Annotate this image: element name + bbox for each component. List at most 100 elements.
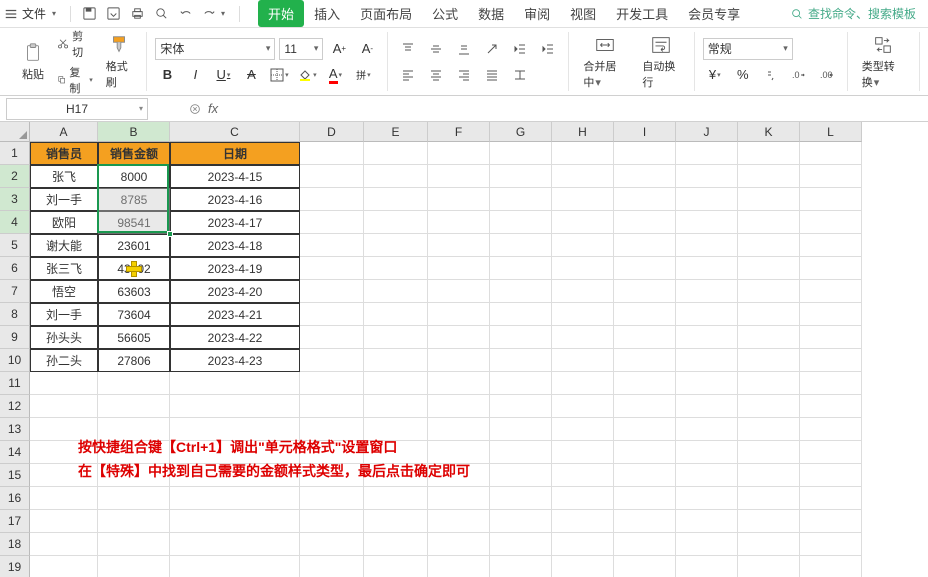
cell-H12[interactable] bbox=[552, 395, 614, 418]
orientation-icon[interactable] bbox=[481, 38, 503, 60]
cell-H15[interactable] bbox=[552, 464, 614, 487]
cell-L4[interactable] bbox=[800, 211, 862, 234]
cell-D18[interactable] bbox=[300, 533, 364, 556]
tab-member[interactable]: 会员专享 bbox=[678, 0, 750, 27]
cell-I1[interactable] bbox=[614, 142, 676, 165]
cell-H18[interactable] bbox=[552, 533, 614, 556]
row-header-13[interactable]: 13 bbox=[0, 418, 30, 441]
row-header-14[interactable]: 14 bbox=[0, 441, 30, 464]
tab-dev-tools[interactable]: 开发工具 bbox=[606, 0, 678, 27]
auto-wrap-button[interactable]: 自动换行 bbox=[636, 32, 685, 92]
name-box[interactable]: H17 bbox=[6, 98, 148, 120]
comma-style-button[interactable] bbox=[760, 64, 782, 86]
cell-E16[interactable] bbox=[364, 487, 428, 510]
cell-D9[interactable] bbox=[300, 326, 364, 349]
cell-D11[interactable] bbox=[300, 372, 364, 395]
cell-K16[interactable] bbox=[738, 487, 800, 510]
col-header-B[interactable]: B bbox=[98, 122, 170, 142]
file-menu[interactable]: 文件 bbox=[22, 5, 46, 22]
strikethrough-button[interactable]: A bbox=[240, 64, 262, 86]
cell-K3[interactable] bbox=[738, 188, 800, 211]
font-color-button[interactable]: A▾ bbox=[324, 64, 346, 86]
cell-L7[interactable] bbox=[800, 280, 862, 303]
cell-C5[interactable]: 2023-4-18 bbox=[170, 234, 300, 257]
cell-H13[interactable] bbox=[552, 418, 614, 441]
cell-I8[interactable] bbox=[614, 303, 676, 326]
number-format-select[interactable]: 常规 bbox=[703, 38, 793, 60]
cell-G13[interactable] bbox=[490, 418, 552, 441]
cell-E17[interactable] bbox=[364, 510, 428, 533]
decrease-decimal-icon[interactable]: .00 bbox=[816, 64, 838, 86]
cell-K12[interactable] bbox=[738, 395, 800, 418]
cell-H16[interactable] bbox=[552, 487, 614, 510]
fill-color-button[interactable]: ▾ bbox=[296, 64, 318, 86]
cell-L15[interactable] bbox=[800, 464, 862, 487]
cell-L9[interactable] bbox=[800, 326, 862, 349]
cell-I9[interactable] bbox=[614, 326, 676, 349]
cell-H19[interactable] bbox=[552, 556, 614, 577]
cut-button[interactable]: 剪切 bbox=[54, 27, 96, 61]
cell-A4[interactable]: 欧阳 bbox=[30, 211, 98, 234]
cell-G19[interactable] bbox=[490, 556, 552, 577]
cell-I13[interactable] bbox=[614, 418, 676, 441]
cell-I19[interactable] bbox=[614, 556, 676, 577]
row-header-1[interactable]: 1 bbox=[0, 142, 30, 165]
cell-G5[interactable] bbox=[490, 234, 552, 257]
cell-H1[interactable] bbox=[552, 142, 614, 165]
cell-A6[interactable]: 张三飞 bbox=[30, 257, 98, 280]
col-header-E[interactable]: E bbox=[364, 122, 428, 142]
save-icon[interactable] bbox=[79, 4, 99, 24]
cell-E7[interactable] bbox=[364, 280, 428, 303]
cell-K2[interactable] bbox=[738, 165, 800, 188]
cell-K9[interactable] bbox=[738, 326, 800, 349]
row-header-8[interactable]: 8 bbox=[0, 303, 30, 326]
cell-A9[interactable]: 孙头头 bbox=[30, 326, 98, 349]
distribute-icon[interactable] bbox=[509, 64, 531, 86]
align-top-icon[interactable] bbox=[397, 38, 419, 60]
cell-J16[interactable] bbox=[676, 487, 738, 510]
cell-E4[interactable] bbox=[364, 211, 428, 234]
col-header-I[interactable]: I bbox=[614, 122, 676, 142]
tab-insert[interactable]: 插入 bbox=[304, 0, 350, 27]
phonetic-button[interactable]: 拼▾ bbox=[352, 64, 374, 86]
cell-I14[interactable] bbox=[614, 441, 676, 464]
col-header-K[interactable]: K bbox=[738, 122, 800, 142]
tab-formulas[interactable]: 公式 bbox=[422, 0, 468, 27]
cell-J7[interactable] bbox=[676, 280, 738, 303]
save-as-icon[interactable] bbox=[103, 4, 123, 24]
cell-A11[interactable] bbox=[30, 372, 98, 395]
cell-H10[interactable] bbox=[552, 349, 614, 372]
cell-L3[interactable] bbox=[800, 188, 862, 211]
cell-G17[interactable] bbox=[490, 510, 552, 533]
cell-K5[interactable] bbox=[738, 234, 800, 257]
cell-D10[interactable] bbox=[300, 349, 364, 372]
row-header-10[interactable]: 10 bbox=[0, 349, 30, 372]
cell-B17[interactable] bbox=[98, 510, 170, 533]
cell-D16[interactable] bbox=[300, 487, 364, 510]
cell-E2[interactable] bbox=[364, 165, 428, 188]
increase-font-icon[interactable]: A+ bbox=[328, 38, 350, 60]
cell-G2[interactable] bbox=[490, 165, 552, 188]
cell-B19[interactable] bbox=[98, 556, 170, 577]
cell-E12[interactable] bbox=[364, 395, 428, 418]
cell-F16[interactable] bbox=[428, 487, 490, 510]
cell-D1[interactable] bbox=[300, 142, 364, 165]
cell-I18[interactable] bbox=[614, 533, 676, 556]
cell-I4[interactable] bbox=[614, 211, 676, 234]
row-header-12[interactable]: 12 bbox=[0, 395, 30, 418]
cell-I3[interactable] bbox=[614, 188, 676, 211]
cell-D4[interactable] bbox=[300, 211, 364, 234]
cell-H3[interactable] bbox=[552, 188, 614, 211]
tab-view[interactable]: 视图 bbox=[560, 0, 606, 27]
cell-B18[interactable] bbox=[98, 533, 170, 556]
cell-J10[interactable] bbox=[676, 349, 738, 372]
cell-F2[interactable] bbox=[428, 165, 490, 188]
cell-H8[interactable] bbox=[552, 303, 614, 326]
cell-L18[interactable] bbox=[800, 533, 862, 556]
cell-J6[interactable] bbox=[676, 257, 738, 280]
cell-G11[interactable] bbox=[490, 372, 552, 395]
align-left-icon[interactable] bbox=[397, 64, 419, 86]
cell-J9[interactable] bbox=[676, 326, 738, 349]
cell-D3[interactable] bbox=[300, 188, 364, 211]
cell-A19[interactable] bbox=[30, 556, 98, 577]
